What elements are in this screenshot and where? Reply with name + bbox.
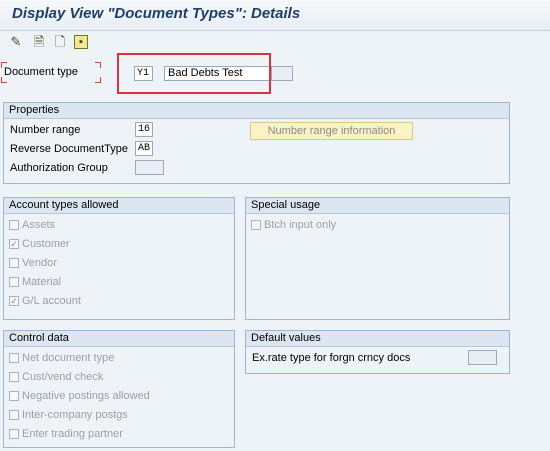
- document-type-extra-field[interactable]: [271, 66, 293, 81]
- save-icon[interactable]: ▪: [74, 35, 88, 49]
- checkbox-label: Inter-company postgs: [22, 409, 128, 421]
- control-data-header: Control data: [4, 331, 234, 347]
- number-range-label: Number range: [10, 124, 81, 136]
- special-usage-group: Special usage: [245, 197, 510, 320]
- checkbox-label: Enter trading partner: [22, 428, 123, 440]
- edit-pencil-icon[interactable]: ✎: [8, 34, 24, 50]
- reverse-document-type-label: Reverse DocumentType: [10, 143, 128, 155]
- checkbox-box[interactable]: [9, 277, 19, 287]
- checkbox-label: G/L account: [22, 295, 81, 307]
- page-back-icon[interactable]: 🗋: [52, 34, 68, 50]
- focus-corner-tr: [95, 62, 101, 68]
- checkbox-box[interactable]: [9, 391, 19, 401]
- checkbox-box-checked[interactable]: ✓: [9, 239, 19, 249]
- page-title: Display View "Document Types": Details: [12, 5, 301, 22]
- highlight-box: [117, 53, 271, 94]
- checkbox-box[interactable]: [9, 429, 19, 439]
- checkbox-label: Negative postings allowed: [22, 390, 150, 402]
- authorization-group-field[interactable]: [135, 160, 164, 175]
- reverse-document-type-field[interactable]: AB: [135, 141, 153, 156]
- checkbox-label: Assets: [22, 219, 56, 231]
- checkbox-box[interactable]: [9, 220, 19, 230]
- focus-corner-br: [95, 77, 101, 83]
- checkbox-label: Net document type: [22, 352, 115, 364]
- number-range-information-button[interactable]: Number range information: [250, 122, 413, 140]
- checkbox-label: Material: [22, 276, 62, 288]
- checkbox-box[interactable]: [251, 220, 261, 230]
- exrate-type-field[interactable]: [468, 350, 497, 365]
- checkbox-label: Customer: [22, 238, 70, 250]
- properties-header: Properties: [4, 103, 509, 119]
- document-type-label-box: Document type: [1, 63, 99, 81]
- checkbox-box[interactable]: [9, 258, 19, 268]
- checkbox-label: Cust/vend check: [22, 371, 104, 383]
- checkbox-box[interactable]: [9, 410, 19, 420]
- title-bar: Display View "Document Types": Details: [0, 0, 550, 31]
- account-types-header: Account types allowed: [4, 198, 234, 214]
- exrate-type-label: Ex.rate type for forgn crncy docs: [252, 352, 411, 364]
- checkbox-box[interactable]: [9, 353, 19, 363]
- number-range-field[interactable]: 16: [135, 122, 153, 137]
- checkbox-label: Btch input only: [264, 219, 337, 231]
- document-type-label: Document type: [4, 66, 78, 78]
- checkbox-box-checked[interactable]: ✓: [9, 296, 19, 306]
- authorization-group-label: Authorization Group: [10, 162, 108, 174]
- focus-corner-bl: [1, 77, 7, 83]
- special-usage-header: Special usage: [246, 198, 509, 214]
- page-icon[interactable]: 🗎: [31, 34, 47, 50]
- checkbox-box[interactable]: [9, 372, 19, 382]
- default-values-header: Default values: [246, 331, 509, 347]
- checkbox-label: Vendor: [22, 257, 57, 269]
- focus-corner-tl: [1, 62, 7, 68]
